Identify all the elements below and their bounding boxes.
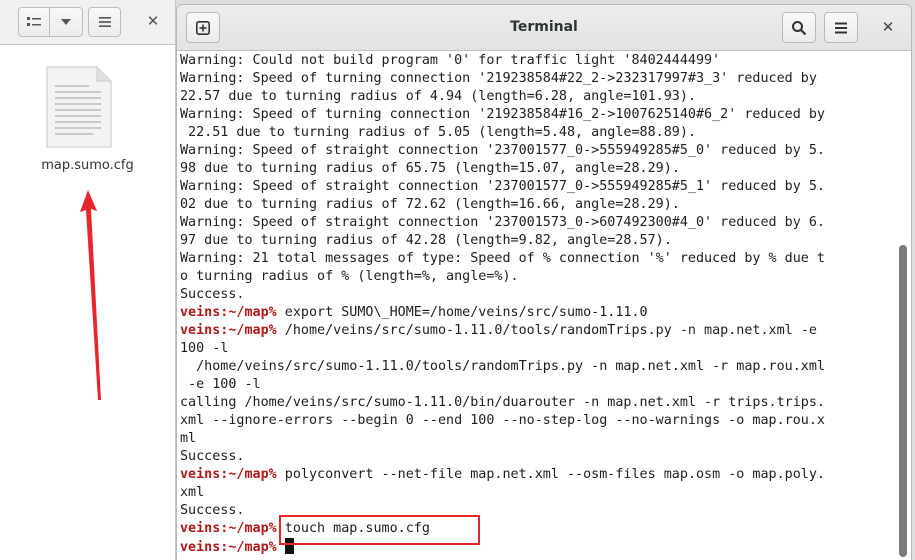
line-text: -e 100 -l: [180, 377, 261, 392]
line-text: Warning: Could not build program '0' for…: [180, 53, 721, 68]
terminal-output-line: 22.57 due to turning radius of 4.94 (len…: [180, 88, 890, 106]
search-button[interactable]: [782, 12, 816, 43]
terminal-window: Terminal ✕ Warning: Could not build prog…: [177, 5, 911, 560]
line-text: xml: [180, 485, 205, 500]
line-text: Warning: Speed of turning connection '21…: [180, 71, 817, 86]
terminal-output-line: 98 due to turning radius of 65.75 (lengt…: [180, 160, 890, 178]
terminal-output-line: Warning: Speed of straight connection '2…: [180, 214, 890, 232]
line-text: Warning: Speed of straight connection '2…: [180, 215, 825, 230]
hamburger-menu-icon: [835, 22, 847, 33]
close-window-icon[interactable]: ✕: [879, 18, 897, 36]
annotation-arrow: [80, 190, 101, 400]
file-manager-pane: ✕ map.sumo.cfg: [0, 0, 176, 560]
line-text: Warning: Speed of straight connection '2…: [180, 179, 825, 194]
line-text: Warning: Speed of straight connection '2…: [180, 143, 825, 158]
terminal-output-line: Warning: Speed of straight connection '2…: [180, 178, 890, 196]
line-text: /home/veins/src/sumo-1.11.0/tools/random…: [180, 359, 825, 374]
line-text: ml: [180, 431, 197, 446]
terminal-command-line: veins:~/map% polyconvert --net-file map.…: [180, 466, 890, 484]
line-text: export SUMO\_HOME=/home/veins/src/sumo-1…: [276, 305, 648, 320]
line-text: Warning: 21 total messages of type: Spee…: [180, 251, 825, 266]
terminal-output-line: xml: [180, 484, 890, 502]
terminal-output[interactable]: Warning: Could not build program '0' for…: [180, 52, 890, 560]
view-options-dropdown[interactable]: [50, 7, 83, 37]
terminal-output-line: Warning: Speed of turning connection '21…: [180, 106, 890, 124]
terminal-output-line: 02 due to turning radius of 72.62 (lengt…: [180, 196, 890, 214]
scrollbar-thumb[interactable]: [899, 245, 907, 557]
terminal-command-line: veins:~/map% export SUMO\_HOME=/home/vei…: [180, 304, 890, 322]
line-text: 97 due to turning radius of 42.28 (lengt…: [180, 233, 672, 248]
terminal-output-line: Warning: Speed of straight connection '2…: [180, 142, 890, 160]
annotation-highlight-box: [279, 515, 480, 545]
terminal-output-line: 22.51 due to turning radius of 5.05 (len…: [180, 124, 890, 142]
terminal-output-line: calling /home/veins/src/sumo-1.11.0/bin/…: [180, 394, 890, 412]
terminal-output-line: 100 -l: [180, 340, 890, 358]
shell-prompt: veins:~/map%: [180, 521, 277, 536]
shell-prompt: veins:~/map%: [180, 323, 277, 338]
line-text: Success.: [180, 503, 245, 518]
new-tab-button[interactable]: [186, 12, 220, 43]
terminal-command-line: veins:~/map% /home/veins/src/sumo-1.11.0…: [180, 322, 890, 340]
terminal-output-line: -e 100 -l: [180, 376, 890, 394]
line-text: Success.: [180, 287, 245, 302]
shell-prompt: veins:~/map%: [180, 467, 277, 482]
terminal-output-line: Success.: [180, 286, 890, 304]
terminal-menu-button[interactable]: [824, 12, 858, 43]
line-text: o turning radius of % (length=%, angle=%…: [180, 269, 519, 284]
line-text: xml --ignore-errors --begin 0 --end 100 …: [180, 413, 825, 428]
view-toggle-button[interactable]: [18, 7, 50, 37]
shell-prompt: veins:~/map%: [180, 540, 277, 555]
file-manager-header: ✕: [0, 0, 175, 45]
terminal-output-line: o turning radius of % (length=%, angle=%…: [180, 268, 890, 286]
terminal-output-line: Warning: 21 total messages of type: Spee…: [180, 250, 890, 268]
new-tab-icon: [196, 20, 210, 35]
line-text: Success.: [180, 449, 245, 464]
file-manager-menu-button[interactable]: [88, 7, 121, 37]
line-text: 98 due to turning radius of 65.75 (lengt…: [180, 161, 680, 176]
terminal-output-line: Warning: Could not build program '0' for…: [180, 52, 890, 70]
line-text: /home/veins/src/sumo-1.11.0/tools/random…: [276, 323, 817, 338]
terminal-output-line: Warning: Speed of turning connection '21…: [180, 70, 890, 88]
list-view-icon: [27, 17, 41, 26]
line-text: 22.57 due to turning radius of 4.94 (len…: [180, 89, 696, 104]
file-name-label[interactable]: map.sumo.cfg: [0, 158, 175, 173]
line-text: Warning: Speed of turning connection '21…: [180, 107, 825, 122]
hamburger-menu-icon: [98, 17, 111, 27]
shell-prompt: veins:~/map%: [180, 305, 277, 320]
line-text: 100 -l: [180, 341, 229, 356]
text-file-icon[interactable]: [45, 65, 113, 153]
chevron-down-icon: [61, 19, 71, 25]
line-text: calling /home/veins/src/sumo-1.11.0/bin/…: [180, 395, 825, 410]
search-icon: [792, 20, 807, 35]
terminal-output-line: 97 due to turning radius of 42.28 (lengt…: [180, 232, 890, 250]
line-text: polyconvert --net-file map.net.xml --osm…: [276, 467, 825, 482]
terminal-output-line: ml: [180, 430, 890, 448]
terminal-output-line: xml --ignore-errors --begin 0 --end 100 …: [180, 412, 890, 430]
line-text: 22.51 due to turning radius of 5.05 (len…: [180, 125, 696, 140]
terminal-header-bar: Terminal ✕: [177, 5, 911, 51]
close-icon[interactable]: ✕: [144, 12, 162, 30]
terminal-output-line: /home/veins/src/sumo-1.11.0/tools/random…: [180, 358, 890, 376]
terminal-output-line: Success.: [180, 448, 890, 466]
line-text: 02 due to turning radius of 72.62 (lengt…: [180, 197, 680, 212]
